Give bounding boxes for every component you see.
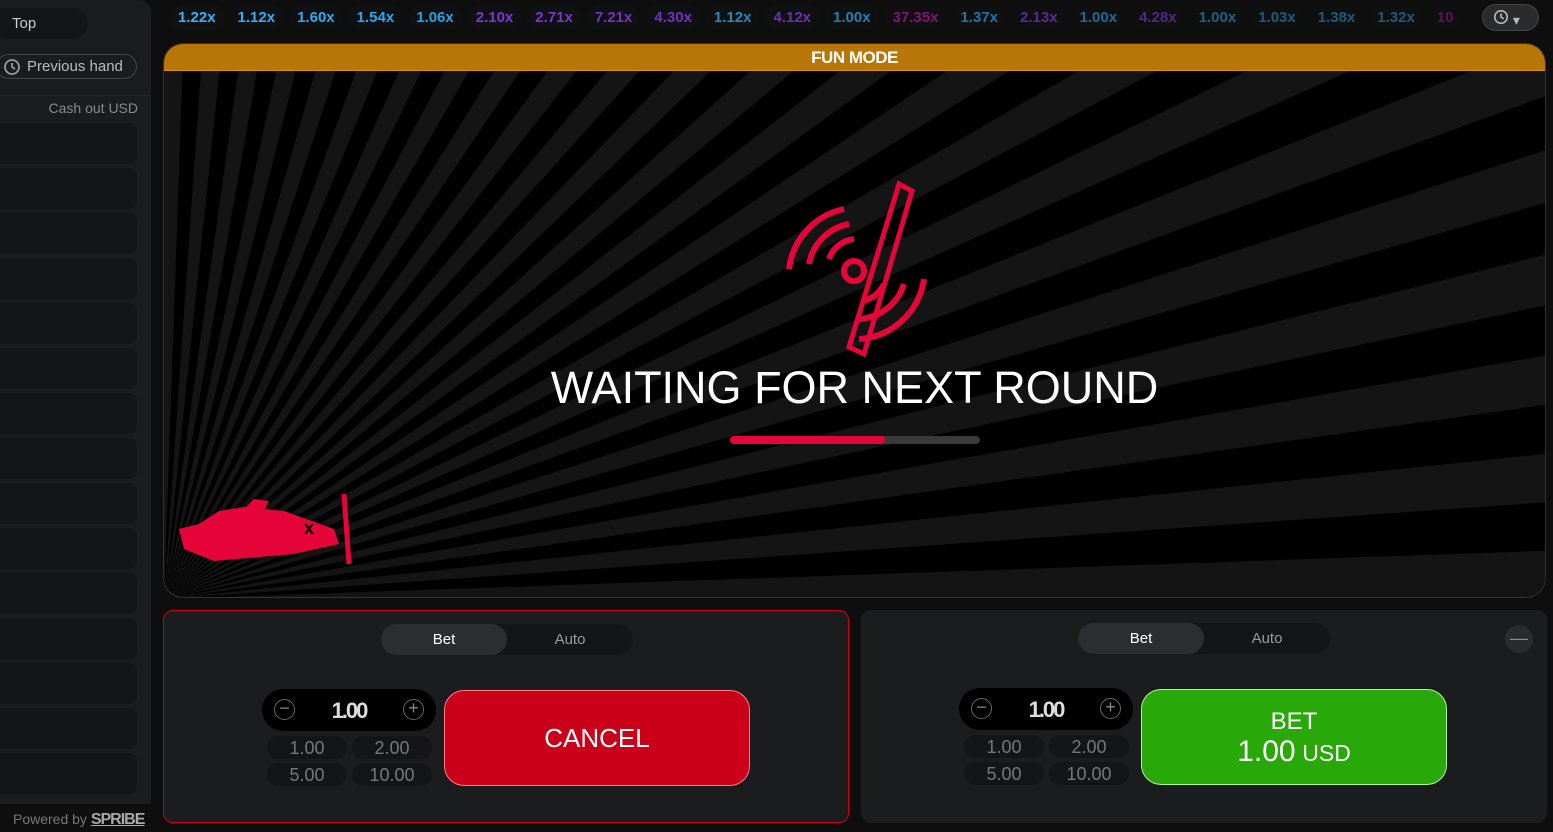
multiplier-badge[interactable]: 1.00x [1190, 4, 1245, 30]
multiplier-badge[interactable]: 2.10x [467, 4, 522, 30]
divider [0, 95, 151, 96]
bet-list-row [0, 303, 137, 344]
multiplier-badge[interactable]: 1.00x [1071, 4, 1126, 30]
multiplier-badge[interactable]: 4.12x [765, 4, 820, 30]
airplane-icon: x [179, 493, 352, 565]
bet-list-row [0, 708, 137, 749]
bet-button-label: BET [1270, 708, 1318, 735]
multiplier-history: 1.22x 1.12x 1.60x 1.54x 1.06x 2.10x 2.71x 7.21x… [170, 4, 1475, 30]
bet-button-amount: 1.00 [1237, 735, 1296, 768]
bet-panel-1: Bet Auto − 1.00 + 1.00 2.00 5.00 10.00 C… [163, 610, 849, 823]
multiplier-badge[interactable]: 1.32x [1369, 4, 1423, 30]
spribe-logo[interactable]: SPRIBE [91, 811, 146, 828]
multiplier-badge[interactable]: 1.12x [705, 4, 760, 30]
multiplier-badge[interactable]: 1.54x [348, 4, 403, 30]
multiplier-badge[interactable]: 1.03x [1250, 4, 1304, 30]
bet-list-row [0, 258, 137, 299]
tab-bet[interactable]: Bet [1078, 623, 1204, 654]
quick-amount[interactable]: 5.00 [964, 762, 1044, 785]
bet-amount-stepper: − 1.00 + [262, 689, 436, 731]
bet-list-row [0, 753, 137, 794]
multiplier-badge[interactable]: 2.13x [1012, 4, 1066, 30]
history-dropdown-button[interactable]: ▾ [1482, 4, 1539, 31]
quick-amount[interactable]: 1.00 [267, 736, 347, 759]
bet-panel-2: Bet Auto — − 1.00 + 1.00 2.00 5.00 10.00… [861, 610, 1547, 823]
quick-amount[interactable]: 10.00 [1049, 762, 1129, 785]
svg-text:x: x [304, 518, 314, 538]
multiplier-badge[interactable]: 2.71x [527, 4, 581, 30]
bet-list [0, 123, 137, 798]
fun-mode-banner: FUN MODE [164, 44, 1545, 71]
tab-bet[interactable]: Bet [381, 624, 507, 655]
plus-icon[interactable]: + [1100, 698, 1121, 719]
tab-top[interactable]: Top [0, 8, 88, 39]
bet-list-row [0, 663, 137, 704]
multiplier-badge[interactable]: 37.35x [884, 4, 947, 30]
bet-list-row [0, 168, 137, 209]
multiplier-badge[interactable]: 4.28x [1131, 4, 1185, 30]
bet-list-row [0, 123, 137, 164]
bet-list-row [0, 213, 137, 254]
bet-button-currency: USD [1302, 740, 1351, 766]
multiplier-badge[interactable]: 1.00x [825, 4, 879, 30]
multiplier-badge[interactable]: 1.12x [229, 4, 284, 30]
quick-amount[interactable]: 1.00 [964, 735, 1044, 758]
multiplier-badge[interactable]: 1.37x [952, 4, 1006, 30]
multiplier-badge[interactable]: 1.22x [170, 4, 224, 30]
tab-auto[interactable]: Auto [1204, 623, 1330, 654]
bet-button[interactable]: BET 1.00 USD [1141, 689, 1447, 785]
remove-panel-button[interactable]: — [1505, 625, 1533, 653]
bet-list-row [0, 393, 137, 434]
previous-hand-label: Previous hand [27, 58, 123, 75]
multiplier-badge[interactable]: 1.06x [408, 4, 462, 30]
multiplier-badge[interactable]: 10 [1428, 4, 1462, 30]
bet-list-row [0, 483, 137, 524]
plus-icon[interactable]: + [403, 699, 424, 720]
quick-amount[interactable]: 2.00 [1049, 735, 1129, 758]
bet-mode-tabs: Bet Auto [1078, 623, 1330, 654]
chevron-down-icon: ▾ [1512, 12, 1520, 28]
history-icon [4, 59, 20, 75]
multiplier-badge[interactable]: 4.30x [646, 4, 700, 30]
bet-list-row [0, 573, 137, 614]
bet-list-row [0, 618, 137, 659]
tab-auto[interactable]: Auto [507, 624, 633, 655]
bet-list-row [0, 528, 137, 569]
bet-amount-stepper: − 1.00 + [959, 688, 1133, 730]
game-area: FUN MODE WAITING FOR NEXT ROUND x [163, 43, 1546, 598]
multiplier-badge[interactable]: 1.60x [289, 4, 343, 30]
previous-hand-button[interactable]: Previous hand [0, 54, 137, 79]
round-progress-bar [730, 436, 980, 444]
bet-mode-tabs: Bet Auto [381, 624, 633, 655]
bet-list-row [0, 438, 137, 479]
propeller-icon [786, 180, 927, 358]
multiplier-badge[interactable]: 7.21x [586, 4, 641, 30]
sidebar: Top Previous hand Cash out USD Powered b… [0, 0, 151, 832]
powered-by-label: Powered by [13, 811, 87, 827]
multiplier-badge[interactable]: 1.38x [1309, 4, 1364, 30]
quick-amount[interactable]: 5.00 [267, 763, 347, 786]
cash-out-header: Cash out USD [48, 100, 138, 116]
cancel-button[interactable]: CANCEL [444, 690, 750, 786]
progress-fill [730, 436, 885, 444]
quick-amount[interactable]: 2.00 [352, 736, 432, 759]
bet-list-row [0, 348, 137, 389]
quick-amount[interactable]: 10.00 [352, 763, 432, 786]
powered-by: Powered by SPRIBE [0, 804, 151, 832]
waiting-status: WAITING FOR NEXT ROUND [550, 362, 1159, 413]
history-icon [1493, 9, 1509, 25]
